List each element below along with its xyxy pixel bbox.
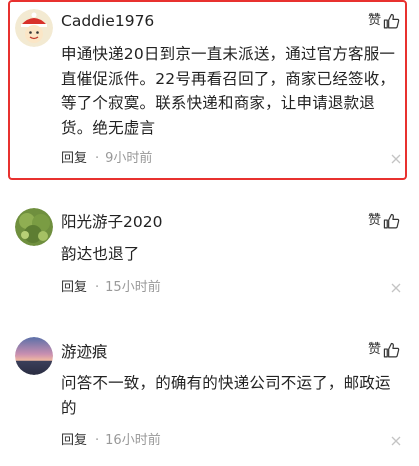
like-button[interactable]: 赞: [368, 341, 400, 359]
comment-username[interactable]: 游迹痕: [61, 342, 108, 362]
comment-time: 9小时前: [105, 151, 153, 166]
thumb-up-icon: [383, 213, 400, 228]
like-button[interactable]: 赞: [368, 12, 400, 30]
separator-dot: ·: [95, 433, 100, 448]
like-label: 赞: [368, 213, 382, 228]
close-button[interactable]: [391, 154, 401, 164]
thumb-up-icon: [383, 13, 400, 28]
like-label: 赞: [368, 13, 382, 28]
cartoon-avatar-icon: [15, 9, 53, 47]
avatar[interactable]: [15, 337, 53, 375]
comment-text: 韵达也退了: [61, 245, 140, 263]
thumb-up-icon: [383, 342, 400, 357]
avatar[interactable]: [15, 9, 53, 47]
close-button[interactable]: [391, 436, 401, 446]
avatar[interactable]: [15, 208, 53, 246]
close-button[interactable]: [391, 283, 401, 293]
comment-text: 问答不一致，的确有的快递公司不运了，邮政运的: [61, 374, 391, 417]
close-icon: [391, 283, 401, 293]
close-icon: [391, 436, 401, 446]
reply-button[interactable]: 回复: [61, 150, 87, 168]
sunset-avatar-icon: [15, 337, 53, 375]
separator-dot: ·: [95, 151, 100, 166]
comment-username[interactable]: 阳光游子2020: [61, 212, 162, 232]
reply-button[interactable]: 回复: [61, 432, 87, 450]
comment-meta: 回复 · 15小时前: [61, 279, 161, 297]
comment-time: 15小时前: [105, 280, 161, 295]
like-label: 赞: [368, 342, 382, 357]
comment-username[interactable]: Caddie1976: [61, 11, 154, 31]
reply-button[interactable]: 回复: [61, 279, 87, 297]
comment-meta: 回复 · 16小时前: [61, 432, 161, 450]
tree-avatar-icon: [15, 208, 53, 246]
close-icon: [391, 154, 401, 164]
comment-meta: 回复 · 9小时前: [61, 150, 152, 168]
comment-time: 16小时前: [105, 433, 161, 448]
comment-text: 申通快递20日到京一直未派送，通过官方客服一直催促派件。22号再看召回了，商家已…: [61, 45, 396, 137]
separator-dot: ·: [95, 280, 100, 295]
like-button[interactable]: 赞: [368, 212, 400, 230]
